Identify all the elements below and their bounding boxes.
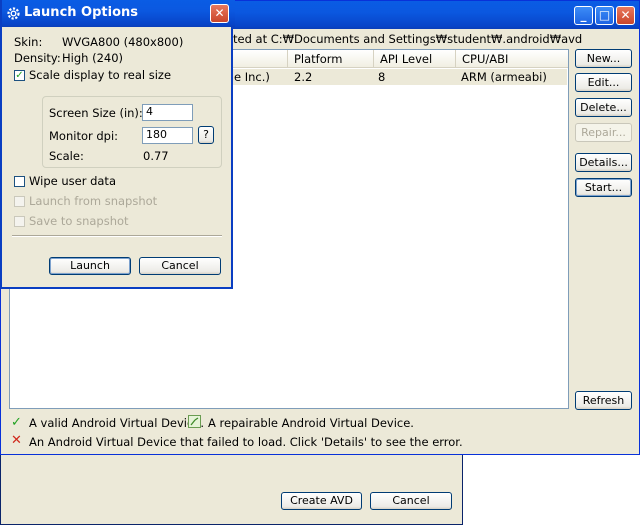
scale-value: 0.77 [143, 149, 169, 163]
screen-size-label: Screen Size (in): [49, 106, 143, 120]
valid-check-icon: ✓ [11, 415, 22, 430]
row-cpu-abi-cell: ARM (armeabi) [461, 70, 547, 84]
error-x-icon: ✕ [11, 433, 22, 448]
scale-display-label[interactable]: Scale display to real size [29, 68, 171, 82]
wipe-user-data-label[interactable]: Wipe user data [29, 174, 116, 188]
avd-location-label: ted at C:₩Documents and Settings₩student… [233, 32, 583, 46]
details-avd-button[interactable]: Details... [575, 153, 632, 172]
scale-display-checkbox[interactable]: ✓ [14, 70, 25, 81]
edit-avd-button[interactable]: Edit... [575, 73, 632, 92]
monitor-dpi-label: Monitor dpi: [49, 129, 119, 143]
save-to-snapshot-checkbox[interactable] [14, 216, 25, 227]
refresh-button[interactable]: Refresh [575, 391, 632, 410]
skin-value: WVGA800 (480x800) [62, 35, 184, 49]
start-avd-button[interactable]: Start... [575, 178, 632, 197]
launch-options-titlebar: Launch Options ✕ [2, 0, 235, 27]
legend-valid-text: A valid Android Virtual Device. [29, 416, 205, 430]
create-avd-dialog: Create AVD Cancel [0, 452, 463, 525]
launch-options-title: Launch Options [24, 5, 139, 20]
skin-label: Skin: [14, 35, 43, 49]
density-value: High (240) [62, 51, 124, 65]
repairable-icon [188, 415, 201, 428]
close-icon[interactable]: ✕ [210, 4, 229, 23]
save-to-snapshot-label: Save to snapshot [29, 214, 129, 228]
repair-avd-button[interactable]: Repair... [575, 123, 632, 142]
maximize-button[interactable]: □ [595, 6, 614, 25]
launch-from-snapshot-checkbox[interactable] [14, 196, 25, 207]
row-target-cell: e Inc.) [234, 70, 270, 84]
dpi-help-button[interactable]: ? [198, 126, 214, 144]
minimize-button[interactable]: _ [574, 6, 593, 25]
launch-button[interactable]: Launch [49, 257, 131, 275]
row-api-level-cell: 8 [378, 70, 386, 84]
gear-icon [7, 7, 20, 20]
delete-avd-button[interactable]: Delete... [575, 98, 632, 117]
screen-size-input[interactable]: 4 [142, 104, 193, 121]
new-avd-button[interactable]: New... [575, 49, 632, 68]
divider [12, 235, 222, 237]
monitor-dpi-input[interactable]: 180 [142, 127, 193, 144]
create-avd-button[interactable]: Create AVD [281, 492, 362, 510]
density-label: Density: [14, 51, 61, 65]
column-header-platform[interactable]: Platform [288, 50, 374, 68]
legend-failed-text: An Android Virtual Device that failed to… [29, 435, 463, 449]
launch-options-dialog: Launch Options ✕ Skin: WVGA800 (480x800)… [0, 0, 235, 289]
scale-label: Scale: [49, 149, 84, 163]
launch-from-snapshot-label: Launch from snapshot [29, 194, 158, 208]
wipe-user-data-checkbox[interactable] [14, 176, 25, 187]
column-header-api-level[interactable]: API Level [374, 50, 456, 68]
launch-cancel-button[interactable]: Cancel [139, 257, 221, 275]
legend-repairable-text: A repairable Android Virtual Device. [208, 416, 414, 430]
close-window-button[interactable]: ✕ [616, 6, 635, 25]
column-header-cpu-abi[interactable]: CPU/ABI [456, 50, 568, 68]
create-avd-cancel-button[interactable]: Cancel [370, 492, 452, 510]
row-platform-cell: 2.2 [294, 70, 313, 84]
